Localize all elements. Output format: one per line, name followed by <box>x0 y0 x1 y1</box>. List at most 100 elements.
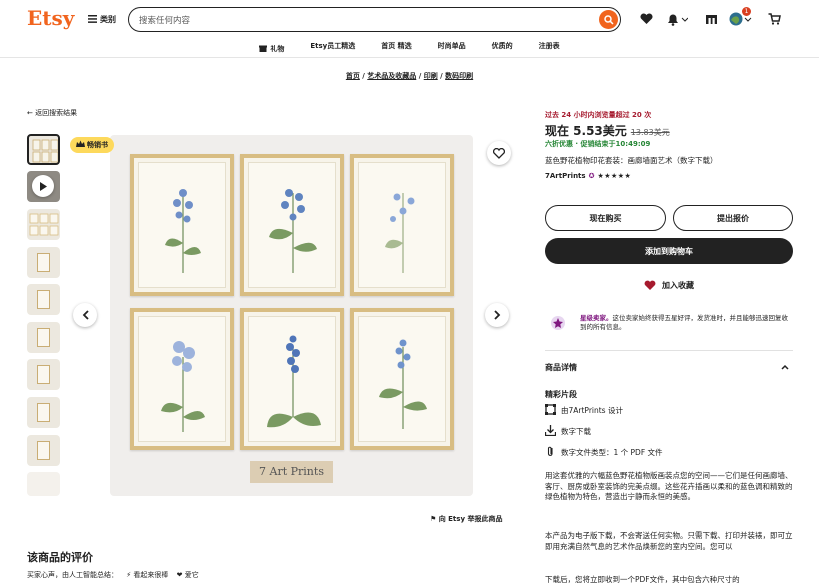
main-product-image[interactable]: 7 Art Prints <box>110 135 473 496</box>
thumbnail-5[interactable] <box>27 284 60 315</box>
buy-now-button[interactable]: 现在购买 <box>545 205 666 231</box>
reviews-summary-label: 买家心声，由人工智能总结： <box>27 571 118 579</box>
print-frame <box>130 308 234 450</box>
category-nav: 礼物 Etsy员工精选 首页 精选 时尚单品 优质的 注册表 <box>0 38 819 58</box>
prev-image-button[interactable] <box>73 303 97 327</box>
categories-button[interactable]: 类别 <box>88 14 116 25</box>
nav-gifts[interactable]: 礼物 <box>259 41 284 57</box>
cart-icon[interactable] <box>767 12 781 26</box>
thumbnail-8[interactable] <box>27 397 60 428</box>
bestseller-label: 畅销书 <box>87 141 108 149</box>
design-icon <box>545 404 556 417</box>
print-frame <box>130 154 234 296</box>
search-button[interactable] <box>599 10 618 29</box>
chevron-left-icon <box>82 310 89 320</box>
make-offer-button[interactable]: 提出报价 <box>673 205 793 231</box>
categories-label: 类别 <box>100 15 116 24</box>
breadcrumb-art[interactable]: 艺术品及收藏品 <box>367 72 416 80</box>
breadcrumb-home[interactable]: 首页 <box>346 72 360 80</box>
favorite-image-button[interactable] <box>487 141 511 165</box>
back-to-results-link[interactable]: ← 返回搜索结果 <box>27 108 77 118</box>
reviews-title: 该商品的评价 <box>27 551 93 564</box>
nav-fashion[interactable]: 时尚单品 <box>438 41 466 57</box>
bestseller-badge: 畅销书 <box>70 137 114 153</box>
account-avatar[interactable]: 1 <box>729 7 753 26</box>
nav-gifts-label: 礼物 <box>270 45 285 53</box>
details-header[interactable]: 商品详情 <box>545 362 793 373</box>
star-seller-title: 星级卖家。 <box>580 314 613 322</box>
next-image-button[interactable] <box>485 303 509 327</box>
search-icon <box>603 14 614 25</box>
gift-store-icon[interactable] <box>704 12 718 26</box>
heart-outline-icon <box>493 147 505 159</box>
thumbnail-1[interactable] <box>27 134 60 165</box>
nav-premium[interactable]: 优质的 <box>492 41 513 57</box>
description-paragraph-3: 下载后，您将立即收到一个PDF文件，其中包含六种尺寸的 <box>545 575 740 584</box>
nav-registry[interactable]: 注册表 <box>539 41 560 57</box>
report-item-link[interactable]: ⚑ 向 Etsy 举报此商品 <box>430 514 502 524</box>
print-frame <box>350 154 454 296</box>
favorites-heart-icon[interactable] <box>639 12 653 26</box>
add-to-favorites-button[interactable]: 加入收藏 <box>545 272 793 298</box>
add-to-cart-button[interactable]: 添加到购物车 <box>545 238 793 264</box>
top-bar: Etsy 类别 搜索任何内容 1 <box>0 0 819 38</box>
current-price: 现在 5.53美元 <box>545 124 627 138</box>
favorite-label: 加入收藏 <box>662 280 694 290</box>
original-price: 13.83美元 <box>630 128 670 137</box>
product-title: 蓝色野花植物印花套装：画廊墙面艺术（数字下载） <box>545 156 718 165</box>
paperclip-icon <box>545 446 556 459</box>
chevron-right-icon <box>493 310 500 320</box>
flag-icon: ⚑ <box>430 515 437 523</box>
thumbnail-9[interactable] <box>27 435 60 466</box>
breadcrumb-digital-prints[interactable]: 数码印刷 <box>445 72 473 80</box>
watermark-label: 7 Art Prints <box>250 461 333 483</box>
notifications-bell-icon[interactable] <box>666 12 688 26</box>
designed-by-label: 由7ArtPrints 设计 <box>561 406 623 415</box>
search-placeholder: 搜索任何内容 <box>139 15 191 26</box>
breadcrumb-prints[interactable]: 印刷 <box>424 72 438 80</box>
thumbnail-10[interactable] <box>27 472 60 496</box>
star-seller-badge-icon <box>547 314 569 332</box>
breadcrumb: 首页 / 艺术品及收藏品 / 印刷 / 数码印刷 <box>345 72 474 80</box>
print-frame <box>240 154 344 296</box>
chevron-up-icon <box>781 363 789 372</box>
digital-download-label: 数字下载 <box>561 427 591 436</box>
nav-home-picks[interactable]: 首页 精选 <box>381 41 411 57</box>
cart-count-badge: 1 <box>742 7 751 16</box>
report-label: 向 Etsy 举报此商品 <box>438 515 503 523</box>
description-paragraph-2: 本产品为电子版下载，不会寄送任何实物。只需下载、打印并装裱，即可立即用充满自然气… <box>545 531 793 551</box>
thumbnail-6[interactable] <box>27 322 60 353</box>
menu-icon <box>88 14 97 25</box>
nav-editors-picks[interactable]: Etsy员工精选 <box>310 41 355 57</box>
digital-download-row: 数字下载 <box>544 425 591 438</box>
back-label: 返回搜索结果 <box>35 109 78 117</box>
gift-icon <box>259 44 268 54</box>
file-type-label: 数字文件类型：1 个 PDF 文件 <box>561 448 663 457</box>
print-frame <box>240 308 344 450</box>
thumbnail-3[interactable] <box>27 209 60 240</box>
file-type-row: 数字文件类型：1 个 PDF 文件 <box>545 446 663 459</box>
bestseller-icon <box>76 140 85 151</box>
heart-icon <box>644 280 656 290</box>
shop-row: 7ArtPrints ✪ ★★★★★ <box>545 172 631 180</box>
popularity-notice: 过去 24 小时内浏览量超过 20 次 <box>545 111 652 119</box>
thumbnail-7[interactable] <box>27 359 60 390</box>
highlights-title: 精彩片段 <box>545 390 577 399</box>
review-tag-looks-great[interactable]: ⚡ 看起来很棒 <box>126 571 168 579</box>
price-row: 现在 5.53美元 13.83美元 <box>545 122 670 139</box>
print-frame <box>350 308 454 450</box>
description-paragraph-1: 用这套优雅的六幅蓝色野花植物版画装点您的空间——它们是任何画廊墙、客厅、厨房或卧… <box>545 471 793 501</box>
download-icon <box>544 425 557 438</box>
play-icon <box>32 175 54 197</box>
shop-name[interactable]: 7ArtPrints <box>545 172 586 180</box>
star-seller-info: 星级卖家。这位卖家始终获得五星好评，发货准时，并且能够迅速回复收到的所有信息。 <box>580 314 793 332</box>
details-title: 商品详情 <box>545 363 577 372</box>
review-tag-love-it[interactable]: ❤ 爱它 <box>177 571 199 579</box>
sale-notice: 六折优惠 · 促销结束于10:49:09 <box>545 140 651 148</box>
search-input[interactable]: 搜索任何内容 <box>128 7 621 32</box>
shop-rating-stars: ★★★★★ <box>597 172 632 180</box>
divider <box>545 350 793 351</box>
thumbnail-4[interactable] <box>27 247 60 278</box>
thumbnail-video[interactable] <box>27 171 60 202</box>
etsy-logo[interactable]: Etsy <box>27 6 74 30</box>
